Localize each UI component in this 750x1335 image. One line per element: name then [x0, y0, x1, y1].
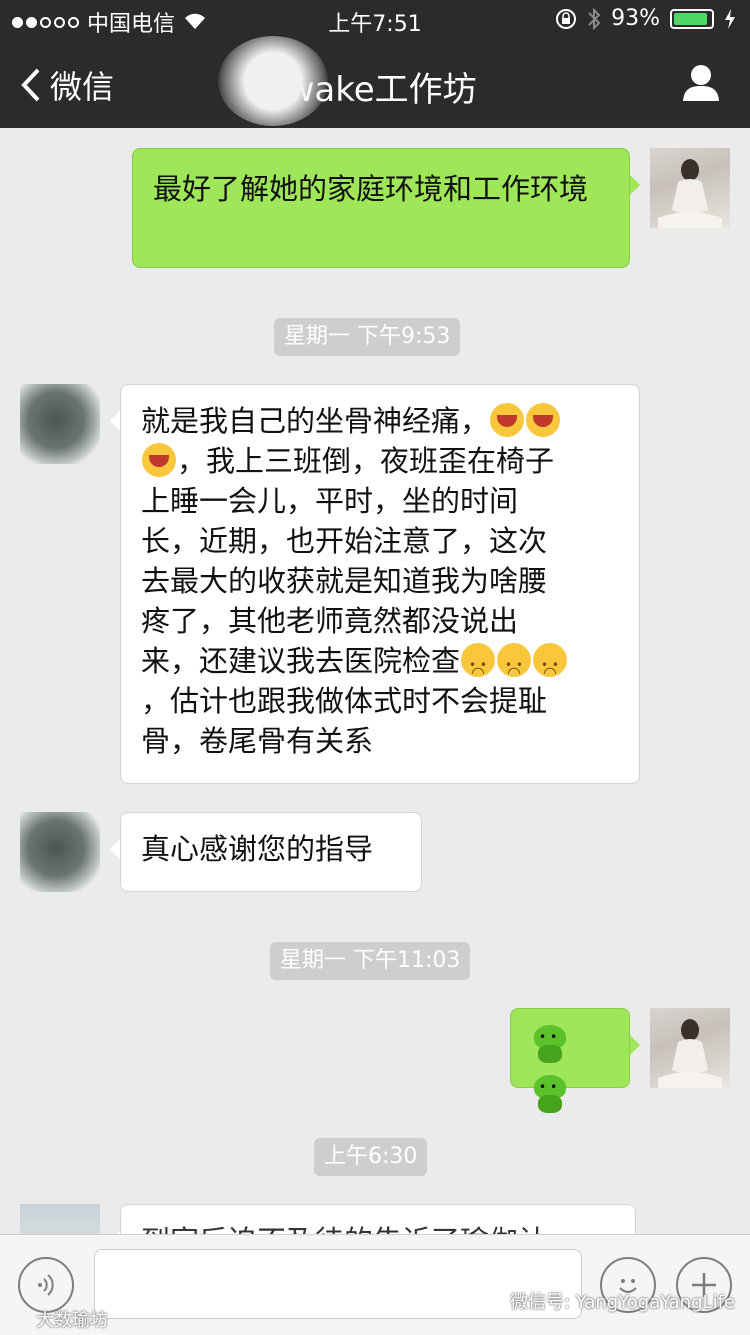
- bluetooth-icon: [588, 7, 601, 30]
- battery-percent: 93%: [611, 6, 660, 31]
- message-bubble-sent[interactable]: 最好了解她的家庭环境和工作环境: [132, 148, 640, 268]
- sad-emoji-icon: [533, 643, 568, 693]
- yoga-figure-icon: [658, 159, 722, 228]
- navigation-bar: 微信 (wake工作坊: [0, 36, 750, 128]
- message-bubble-received[interactable]: 到家后迫不及待的告诉了瑜伽认: [110, 1204, 636, 1234]
- timestamp: 上午6:30: [314, 1138, 428, 1176]
- battery-icon: [670, 8, 714, 29]
- input-bar: [0, 1234, 750, 1335]
- message-line: 去最大的收获就是知道我为啥腰: [141, 564, 548, 598]
- crying-emoji-icon: [142, 443, 176, 477]
- status-right: 93%: [555, 6, 736, 31]
- chat-area[interactable]: 最好了解她的家庭环境和工作环境 星期一 下午9:53 就是我自己的坐骨神经痛， …: [0, 128, 750, 1234]
- sad-emoji-icon: [497, 643, 532, 693]
- frog-emoji-icon: ••: [531, 1075, 569, 1115]
- avatar-contact[interactable]: [20, 384, 100, 464]
- message-line: 疼了，其他老师竟然都没说出: [141, 604, 519, 638]
- avatar-self[interactable]: [650, 148, 730, 228]
- message-line: 骨，卷尾骨有关系: [141, 724, 374, 758]
- status-bar: 中国电信 上午7:51 93%: [0, 0, 750, 40]
- frog-emoji-icon: ••: [531, 1025, 569, 1065]
- message-line: 就是我自己的坐骨神经痛，: [141, 401, 619, 441]
- message-line: ，我上三班倒，夜班歪在椅子: [141, 441, 619, 481]
- crying-emoji-icon: [526, 403, 561, 437]
- sad-emoji-icon: [461, 643, 496, 693]
- avatar-self[interactable]: [650, 1008, 730, 1088]
- watermark-left: 大数瑜坊: [36, 1310, 108, 1331]
- chat-title: (wake工作坊: [273, 70, 477, 110]
- message-line: 来，还建议我去医院检查: [141, 641, 619, 693]
- message-bubble-received[interactable]: 就是我自己的坐骨神经痛， ，我上三班倒，夜班歪在椅子 上睡一会儿，平时，坐的时间…: [110, 384, 640, 784]
- profile-icon[interactable]: [682, 64, 720, 102]
- timestamp: 星期一 下午11:03: [270, 942, 471, 980]
- message-input[interactable]: [94, 1249, 582, 1319]
- crying-emoji-icon: [490, 403, 525, 437]
- redaction-blur: [218, 36, 328, 126]
- message-bubble-sent[interactable]: •• ••: [510, 1008, 640, 1113]
- voice-icon: [38, 1274, 54, 1296]
- yoga-figure-icon: [658, 1019, 722, 1088]
- message-line: 长，近期，也开始注意了，这次: [141, 524, 548, 558]
- voice-button[interactable]: [18, 1257, 74, 1313]
- timestamp: 星期一 下午9:53: [274, 318, 461, 356]
- message-text: 最好了解她的家庭环境和工作环境: [153, 172, 589, 206]
- avatar-contact[interactable]: [20, 1204, 100, 1234]
- rotation-lock-icon: [556, 8, 577, 29]
- avatar-contact[interactable]: [20, 812, 100, 892]
- message-text: 真心感谢您的指导: [141, 832, 374, 866]
- message-bubble-received[interactable]: 真心感谢您的指导: [110, 812, 422, 892]
- message-line: 上睡一会儿，平时，坐的时间: [141, 484, 519, 518]
- watermark-right: 微信号: YangYogaYangLife: [510, 1292, 736, 1313]
- message-text: 到家后迫不及待的告诉了瑜伽认: [141, 1224, 547, 1234]
- charging-icon: [725, 8, 735, 29]
